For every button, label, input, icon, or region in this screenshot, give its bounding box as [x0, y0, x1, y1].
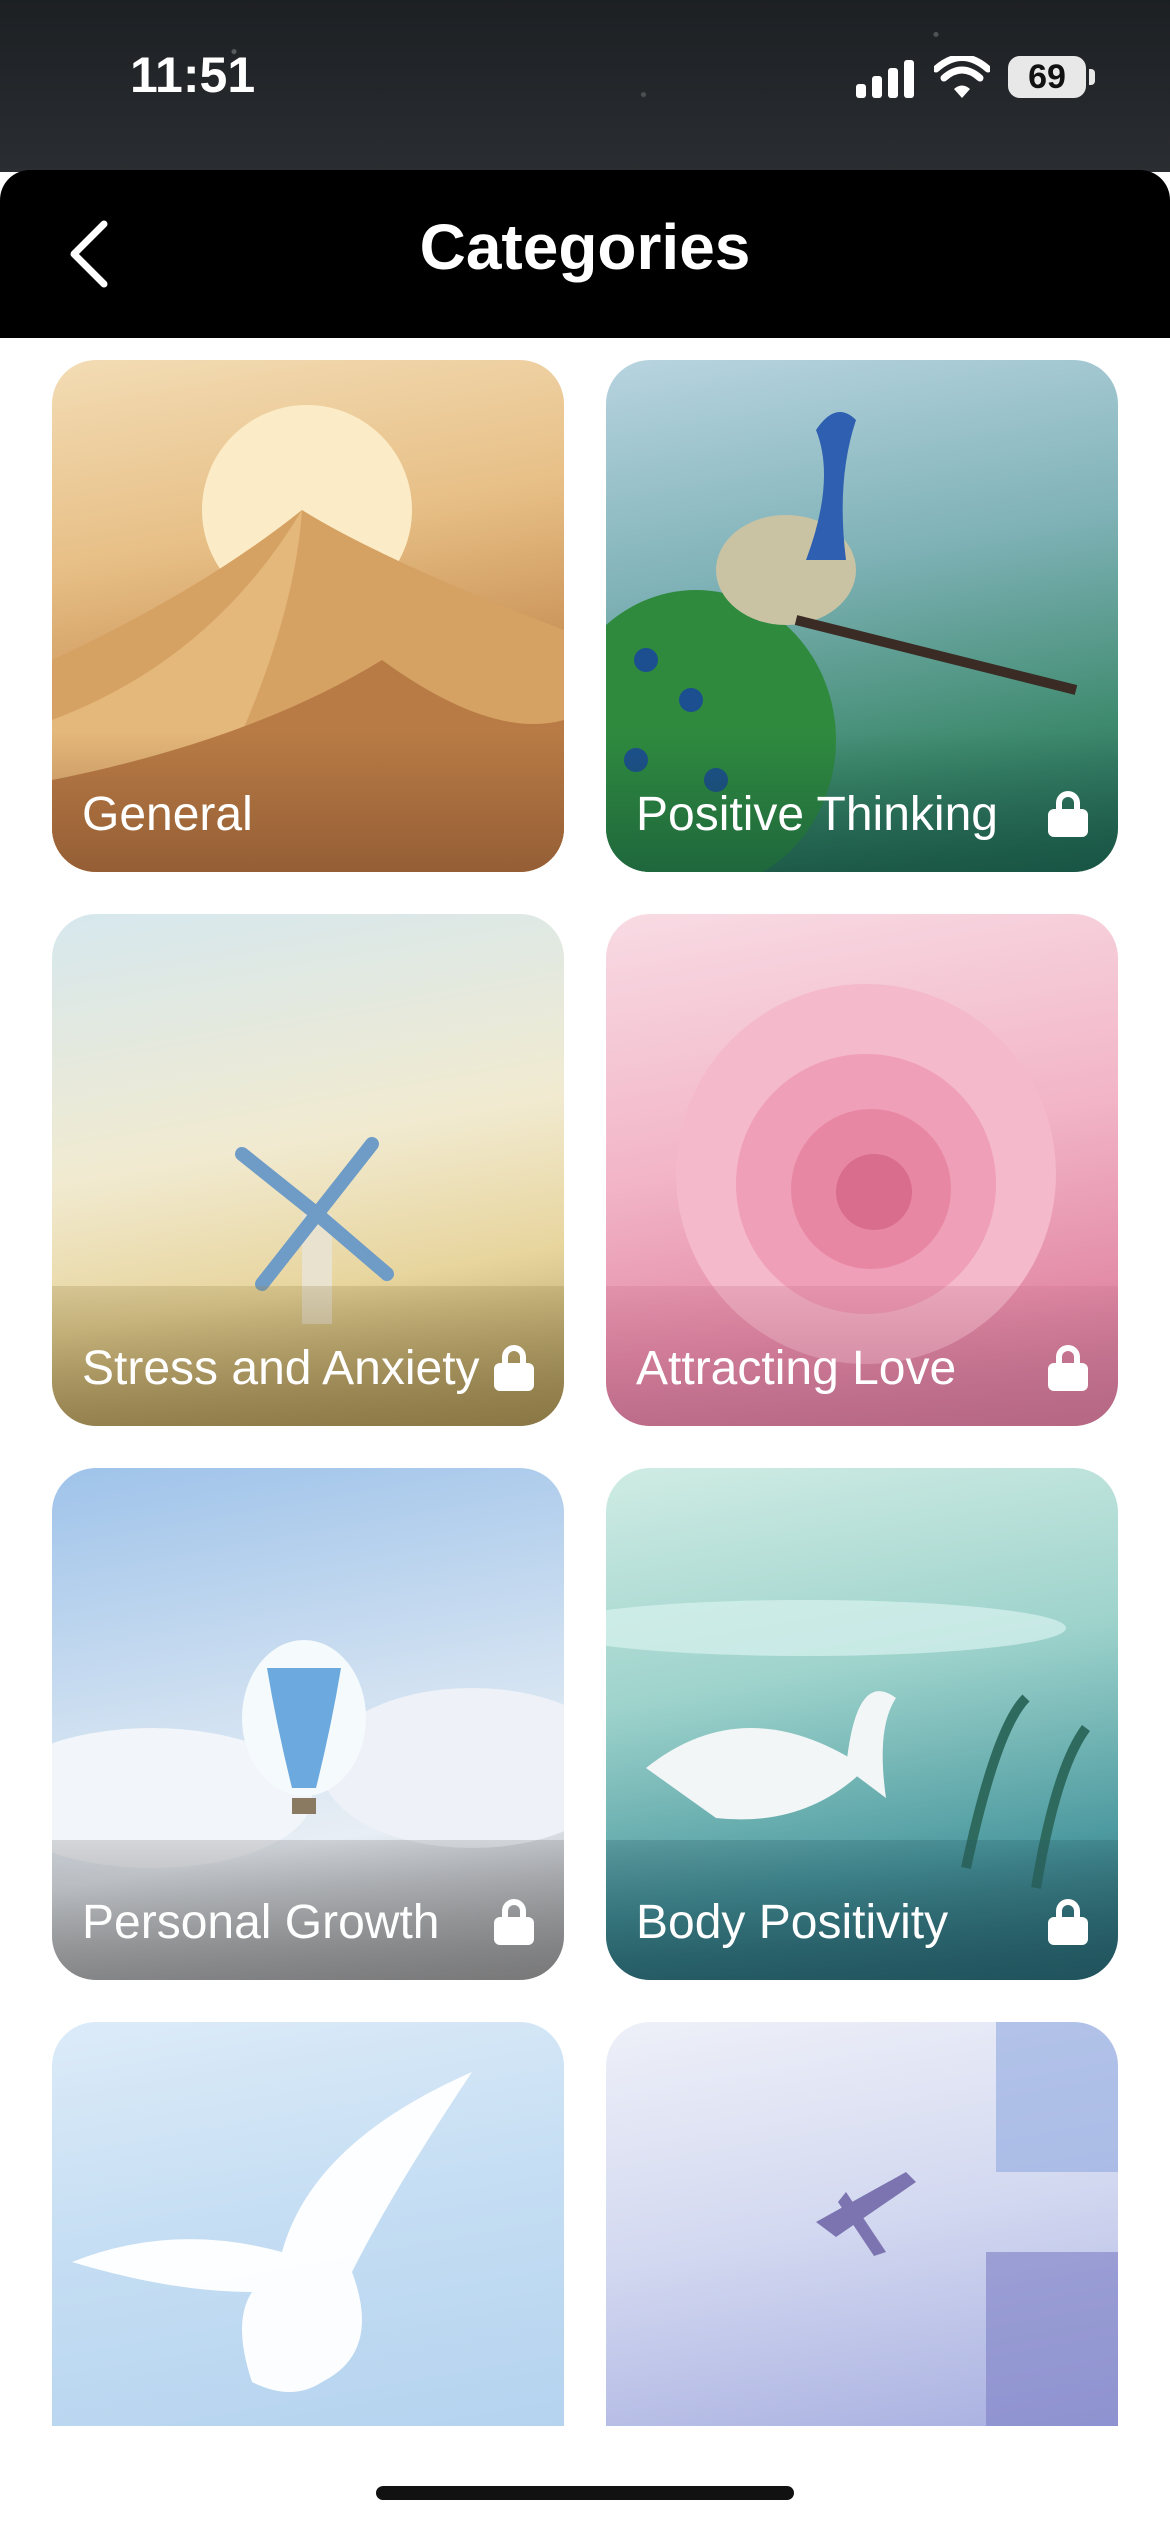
status-time: 11:51 [130, 47, 256, 103]
category-label: Stress and Anxiety [82, 1341, 480, 1395]
category-card-personal-growth[interactable]: Personal Growth [52, 1468, 564, 1980]
wifi-icon [934, 56, 990, 98]
category-label-bar: Stress and Anxiety [52, 1286, 564, 1426]
category-label-bar: Personal Growth [52, 1840, 564, 1980]
lock-icon [494, 1899, 534, 1945]
dove-illustration [72, 2072, 472, 2392]
category-label: Attracting Love [636, 1341, 957, 1395]
lock-icon [1048, 791, 1088, 837]
category-card-body-positivity[interactable]: Body Positivity [606, 1468, 1118, 1980]
category-label: Body Positivity [636, 1895, 949, 1949]
cellular-signal-icon [856, 60, 916, 98]
category-label: Personal Growth [82, 1895, 440, 1949]
home-indicator[interactable] [376, 2486, 794, 2500]
lock-icon [494, 1345, 534, 1391]
category-label-bar: Attracting Love [606, 1286, 1118, 1426]
category-label-bar: Body Positivity [606, 1840, 1118, 1980]
category-label-bar: General [52, 732, 564, 872]
category-card-dove[interactable] [52, 2022, 564, 2426]
status-bar: 11:51 69 [0, 0, 1170, 172]
battery-indicator: 69 [1008, 56, 1095, 98]
category-card-stress-and-anxiety[interactable]: Stress and Anxiety [52, 914, 564, 1426]
airplane-illustration [816, 2022, 1118, 2426]
lock-icon [1048, 1899, 1088, 1945]
category-grid: General Positive Thinking Stress and Anx… [0, 338, 1170, 2428]
lock-icon [1048, 1345, 1088, 1391]
category-card-attracting-love[interactable]: Attracting Love [606, 914, 1118, 1426]
navigation-bar: Categories [0, 170, 1170, 338]
category-card-airplane[interactable] [606, 2022, 1118, 2426]
category-label: Positive Thinking [636, 787, 998, 841]
category-label-bar: Positive Thinking [606, 732, 1118, 872]
category-label: General [82, 787, 253, 841]
category-card-positive-thinking[interactable]: Positive Thinking [606, 360, 1118, 872]
category-card-general[interactable]: General [52, 360, 564, 872]
page-title: Categories [419, 211, 751, 283]
